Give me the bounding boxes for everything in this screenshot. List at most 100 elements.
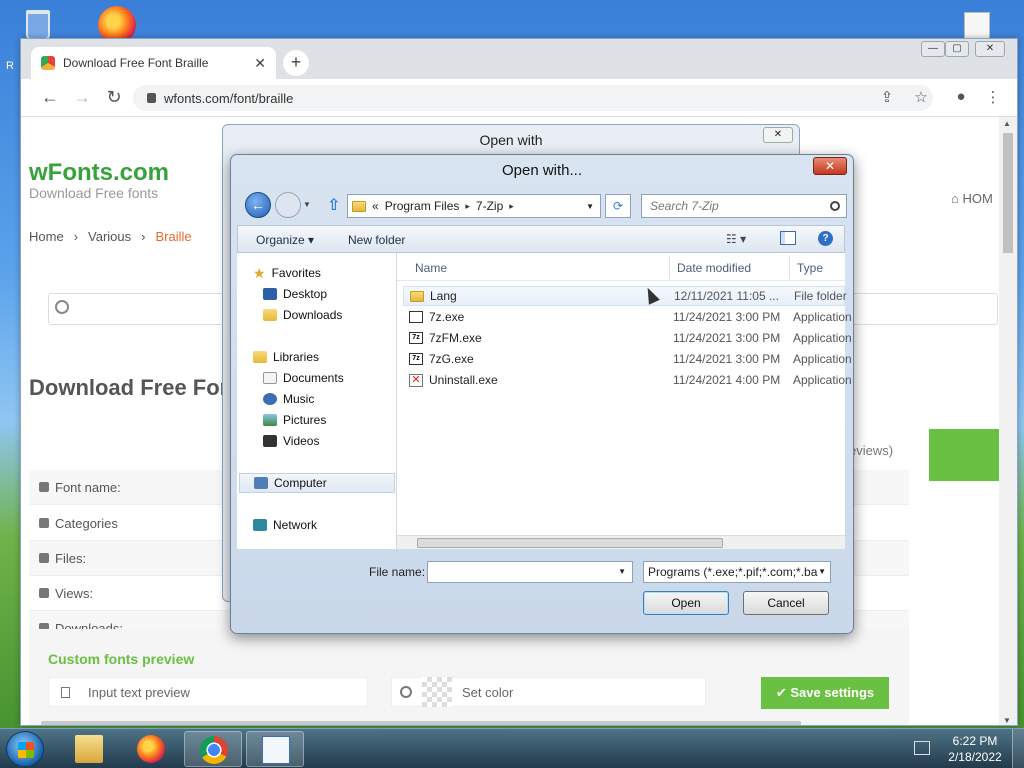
gear-icon (400, 686, 412, 698)
reload-icon[interactable]: ↻ (103, 87, 125, 108)
network-tray-icon[interactable] (914, 741, 930, 755)
organize-menu[interactable]: Organize ▾ (256, 233, 314, 247)
nav-label: Videos (283, 434, 320, 448)
scrollbar-thumb[interactable] (1003, 133, 1013, 253)
refresh-button[interactable]: ⟳ (605, 194, 631, 218)
dialog-back-button[interactable]: ← (245, 192, 271, 218)
column-header-date[interactable]: Date modified (677, 261, 751, 275)
dialog-address-bar[interactable]: « Program Files ▸ 7-Zip ▸ ▼ (347, 194, 601, 218)
folder-icon (352, 200, 366, 212)
document-icon (61, 686, 70, 698)
path-segment-program-files[interactable]: Program Files (385, 199, 460, 213)
nav-network[interactable]: Network (253, 515, 413, 535)
taskbar-firefox[interactable] (122, 731, 180, 767)
color-swatch[interactable] (422, 677, 452, 707)
libraries-icon (253, 351, 267, 363)
browser-tab[interactable]: Download Free Font Braille ✕ (31, 47, 276, 79)
dialog-forward-button[interactable] (275, 192, 301, 218)
minimize-button[interactable]: — (921, 41, 945, 57)
file-row[interactable]: 7z.exe 11/24/2021 3:00 PM Application (403, 307, 852, 327)
file-date: 11/24/2021 3:00 PM (673, 352, 781, 366)
forward-arrow-icon[interactable]: → (71, 87, 93, 108)
preview-pane-icon[interactable] (780, 231, 796, 245)
column-divider[interactable] (669, 255, 670, 279)
column-header-name[interactable]: Name (415, 261, 447, 275)
bookmark-star-icon[interactable]: ☆ (911, 88, 931, 106)
taskbar-explorer[interactable] (60, 731, 118, 767)
taskbar: 6:22 PM 2/18/2022 (0, 728, 1024, 768)
share-icon[interactable]: ⇪ (877, 88, 897, 106)
page-horizontal-scrollbar[interactable] (41, 721, 801, 725)
nav-computer[interactable]: Computer (239, 473, 395, 493)
dialog-search-input[interactable]: Search 7-Zip (641, 194, 847, 218)
save-settings-button[interactable]: ✔ Save settings (761, 677, 889, 709)
dialog-title: Open with... (501, 162, 583, 179)
scroll-down-icon[interactable]: ▼ (1003, 716, 1011, 725)
back-dialog-close-button[interactable]: ✕ (763, 127, 793, 143)
recent-locations-dropdown-icon[interactable]: ▼ (303, 200, 311, 209)
file-row[interactable]: Lang 12/11/2021 11:05 ... File folder (403, 286, 847, 306)
taskbar-open-with-window[interactable] (246, 731, 304, 767)
file-row[interactable]: 7z 7zFM.exe 11/24/2021 3:00 PM Applicatio… (403, 328, 852, 348)
home-nav-link[interactable]: ⌂ HOM (951, 191, 993, 206)
address-dropdown-icon[interactable]: ▼ (586, 202, 594, 211)
taskbar-chrome[interactable] (184, 731, 242, 767)
dialog-close-button[interactable]: ✕ (813, 157, 847, 175)
back-arrow-icon[interactable]: ← (39, 87, 61, 108)
path-separator-icon[interactable]: ▸ (465, 201, 470, 212)
change-view-icon[interactable]: ☷ ▾ (726, 232, 746, 246)
address-bar[interactable]: wfonts.com/font/braille (133, 85, 933, 111)
dialog-command-bar: Organize ▾ New folder ☷ ▾ ? (237, 225, 845, 253)
column-divider[interactable] (789, 255, 790, 279)
nav-favorites[interactable]: ★ Favorites (253, 263, 413, 283)
breadcrumb-current: Braille (155, 229, 192, 244)
file-type: Application (793, 331, 852, 345)
desktop-partial-label: R (6, 60, 14, 72)
file-name-dropdown-icon[interactable]: ▼ (618, 567, 626, 576)
breadcrumb-various[interactable]: Various (88, 229, 131, 244)
file-type-select[interactable]: Programs (*.exe;*.pif;*.com;*.ba ▼ (643, 561, 831, 583)
file-list-pane: Name Date modified Type Lang 12/11/2021 … (397, 253, 852, 549)
new-folder-button[interactable]: New folder (348, 233, 405, 247)
scrollbar-thumb[interactable] (417, 538, 723, 548)
nav-libraries[interactable]: Libraries (253, 347, 413, 367)
path-overflow[interactable]: « (372, 199, 379, 213)
path-segment-7zip[interactable]: 7-Zip (476, 199, 503, 213)
file-list-horizontal-scrollbar[interactable] (397, 535, 845, 549)
cancel-button[interactable]: Cancel (743, 591, 829, 615)
categories-icon (39, 518, 49, 528)
profile-icon[interactable]: ● (951, 88, 971, 105)
clock-time[interactable]: 6:22 PM (940, 734, 1010, 748)
path-separator-icon[interactable]: ▸ (509, 201, 514, 212)
nav-label: Libraries (273, 350, 320, 364)
tab-close-icon[interactable]: ✕ (254, 55, 266, 72)
text-preview-input[interactable]: Input text preview (48, 677, 368, 707)
clock-date[interactable]: 2/18/2022 (940, 750, 1010, 764)
site-logo[interactable]: wFonts.com (29, 159, 169, 187)
show-desktop-button[interactable] (1012, 729, 1024, 768)
up-folder-icon[interactable]: ⇧ (327, 195, 340, 215)
breadcrumb-home[interactable]: Home (29, 229, 64, 244)
info-label: Views: (55, 585, 94, 601)
open-button[interactable]: Open (643, 591, 729, 615)
chevron-down-icon[interactable]: ▼ (818, 567, 826, 576)
window-close-button[interactable]: ✕ (975, 41, 1005, 57)
new-tab-button[interactable]: + (283, 50, 309, 76)
scroll-up-icon[interactable]: ▲ (1003, 119, 1011, 128)
download-button[interactable] (929, 429, 999, 481)
help-icon[interactable]: ? (818, 231, 833, 246)
search-icon[interactable] (830, 201, 840, 211)
file-row[interactable]: 7z 7zG.exe 11/24/2021 3:00 PM Application (403, 349, 852, 369)
page-scrollbar[interactable]: ▲ ▼ (999, 117, 1017, 725)
task-window-icon (262, 736, 290, 764)
reviews-text: eviews) (849, 443, 894, 458)
maximize-button[interactable]: ▢ (945, 41, 969, 57)
set-color-field[interactable]: Set color (391, 677, 706, 707)
7z-icon: 7z (409, 353, 423, 365)
column-header-type[interactable]: Type (797, 261, 823, 275)
info-icon (39, 482, 49, 492)
menu-dots-icon[interactable]: ⋮ (983, 88, 1003, 106)
start-button[interactable] (6, 731, 44, 767)
file-name-input[interactable]: ▼ (427, 561, 633, 583)
file-row[interactable]: ✕ Uninstall.exe 11/24/2021 4:00 PM Applic… (403, 370, 852, 390)
